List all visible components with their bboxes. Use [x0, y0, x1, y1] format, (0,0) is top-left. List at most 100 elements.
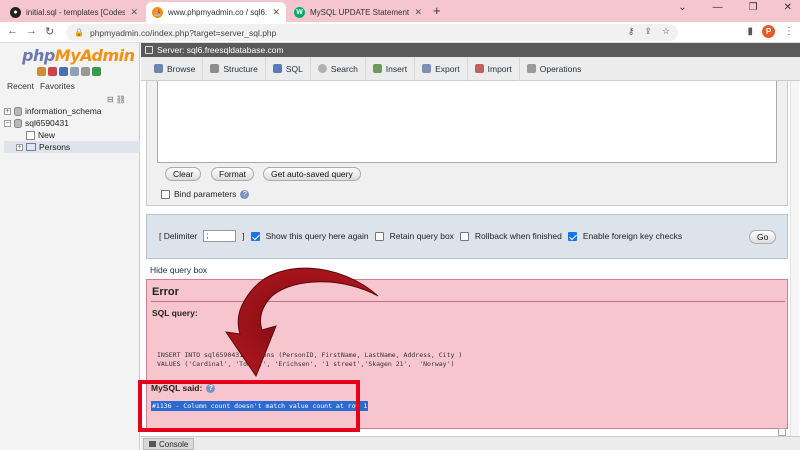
phpmyadmin-favicon-icon: ⛵	[152, 6, 163, 18]
key-icon[interactable]: ⚷	[628, 26, 635, 37]
tab-sql[interactable]: SQL	[266, 56, 311, 81]
browse-icon	[154, 64, 163, 73]
window-controls: ⌄ — ❐ ✕	[678, 2, 792, 13]
server-icon	[145, 46, 153, 54]
clear-button[interactable]: Clear	[165, 167, 202, 181]
insert-icon	[372, 64, 382, 73]
url-text: phpmyadmin.co/index.php?target=server_sq…	[89, 27, 277, 38]
get-auto-saved-query-button[interactable]: Get auto-saved query	[263, 167, 361, 181]
tab-title: www.phpmyadmin.co / sql6.freesq	[168, 7, 268, 17]
rollback-checkbox[interactable]	[459, 231, 469, 241]
delimiter-label: [ Delimiter	[159, 231, 198, 241]
tab-search[interactable]: Search	[311, 56, 366, 81]
collapse-icon[interactable]: −	[4, 119, 11, 127]
failed-query-code: INSERT INTO sql6590431.Persons (PersonID…	[157, 351, 463, 368]
tree-item-sql6590431[interactable]: − sql6590431	[4, 117, 140, 129]
forward-icon[interactable]: →	[26, 25, 37, 37]
import-icon	[474, 64, 484, 73]
close-tab-icon[interactable]: ✕	[414, 7, 422, 18]
tree-item-new[interactable]: New	[4, 129, 140, 141]
sql-query-label: SQL query:	[152, 308, 198, 318]
sql-query-textarea[interactable]	[157, 81, 777, 163]
close-tab-icon[interactable]: ✕	[272, 7, 280, 18]
expand-icon[interactable]: +	[16, 143, 23, 151]
navigation-panel: phpMyAdmin Recent Favorites ⊟ ⛓ + inform…	[0, 43, 140, 450]
reload-icon[interactable]: ↻	[45, 25, 54, 38]
console-toggle[interactable]: Console	[143, 438, 195, 450]
nav-tab-favorites[interactable]: Favorites	[40, 81, 75, 91]
tab-title: initial.sql - templates [Codespace	[26, 7, 126, 17]
foreign-key-checks-checkbox[interactable]	[567, 231, 577, 241]
profile-avatar[interactable]: P	[762, 25, 775, 38]
sql-docs-icon[interactable]	[70, 67, 79, 76]
error-title: Error	[152, 286, 179, 298]
browser-tab-w3schools[interactable]: W MySQL UPDATE Statement ✕	[288, 2, 428, 22]
nav-icon-toolbar	[37, 67, 101, 76]
share-icon[interactable]: ⇪	[644, 26, 652, 37]
bind-parameters-checkbox[interactable]	[161, 189, 170, 199]
url-bar[interactable]: 🔒 phpmyadmin.co/index.php?target=server_…	[66, 24, 678, 41]
console-icon	[149, 441, 156, 447]
nav-tab-recent[interactable]: Recent	[7, 81, 34, 91]
restore-icon[interactable]: ❐	[749, 2, 758, 13]
close-window-icon[interactable]: ✕	[784, 2, 792, 13]
main-menu-tabs: Browse Structure SQL Search Insert Expor…	[141, 56, 800, 81]
menu-kebab-icon[interactable]: ⋮	[784, 26, 794, 37]
phpmyadmin-logo[interactable]: phpMyAdmin	[22, 46, 135, 65]
close-tab-icon[interactable]: ✕	[130, 7, 138, 18]
browser-tab-codespace[interactable]: ● initial.sql - templates [Codespace ✕	[4, 2, 144, 22]
tab-insert[interactable]: Insert	[366, 56, 416, 81]
logout-icon[interactable]	[48, 67, 57, 76]
browser-tab-phpmyadmin[interactable]: ⛵ www.phpmyadmin.co / sql6.freesq ✕	[146, 2, 286, 22]
minimize-icon[interactable]: —	[713, 2, 723, 13]
structure-icon	[210, 64, 220, 73]
link-icon[interactable]: ⛓	[116, 95, 126, 104]
home-icon[interactable]	[37, 67, 46, 76]
sql-query-panel: Clear Format Get auto-saved query Bind p…	[146, 81, 788, 206]
back-icon[interactable]: ←	[7, 25, 18, 37]
database-tree: + information_schema − sql6590431 New + …	[4, 105, 140, 153]
format-button[interactable]: Format	[211, 167, 254, 181]
bookmark-star-icon[interactable]: ☆	[662, 26, 670, 37]
browser-tab-strip: ● initial.sql - templates [Codespace ✕ ⛵…	[0, 0, 800, 22]
resize-handle[interactable]	[778, 428, 786, 436]
retain-query-box-checkbox[interactable]	[374, 231, 384, 241]
tab-export[interactable]: Export	[415, 56, 468, 81]
lock-icon[interactable]: 🔒	[74, 28, 84, 37]
annotation-highlight-box	[138, 380, 360, 432]
tab-title: MySQL UPDATE Statement	[310, 7, 410, 17]
show-query-again-checkbox[interactable]	[250, 231, 260, 241]
bind-parameters-row: Bind parameters ?	[161, 189, 250, 199]
database-icon	[14, 106, 22, 116]
vertical-scrollbar[interactable]	[790, 81, 799, 436]
sidebar-toggle-icon[interactable]: ▮	[747, 26, 753, 37]
tab-operations[interactable]: Operations	[520, 57, 589, 81]
error-divider	[151, 301, 785, 302]
server-breadcrumb[interactable]: Server: sql6.freesqldatabase.com	[141, 43, 800, 57]
tab-import[interactable]: Import	[468, 56, 520, 81]
tab-browse[interactable]: Browse	[147, 56, 204, 81]
query-options-panel: [ Delimiter ; ] Show this query here aga…	[146, 214, 788, 259]
docs-icon[interactable]	[59, 67, 68, 76]
new-table-icon	[26, 130, 35, 140]
w3schools-icon: W	[294, 6, 305, 18]
tree-item-information-schema[interactable]: + information_schema	[4, 105, 140, 117]
help-icon[interactable]: ?	[240, 189, 250, 199]
tree-item-persons[interactable]: + Persons	[4, 141, 140, 153]
tab-structure[interactable]: Structure	[203, 56, 266, 81]
tab-search-icon[interactable]: ⌄	[678, 2, 686, 13]
hide-query-box-link[interactable]: Hide query box	[150, 265, 207, 275]
database-icon	[14, 118, 22, 128]
settings-gear-icon[interactable]	[81, 67, 90, 76]
expand-icon[interactable]: +	[4, 107, 11, 115]
go-button[interactable]: Go	[749, 230, 777, 244]
export-icon	[422, 64, 432, 73]
search-icon	[317, 64, 327, 73]
table-icon	[26, 143, 36, 151]
new-tab-button[interactable]: +	[433, 3, 441, 18]
delimiter-input[interactable]: ;	[203, 230, 237, 242]
github-icon: ●	[10, 6, 21, 18]
collapse-all-icon[interactable]: ⊟	[107, 95, 114, 104]
console-bar: Console	[141, 436, 800, 450]
reload-nav-icon[interactable]	[92, 67, 101, 76]
